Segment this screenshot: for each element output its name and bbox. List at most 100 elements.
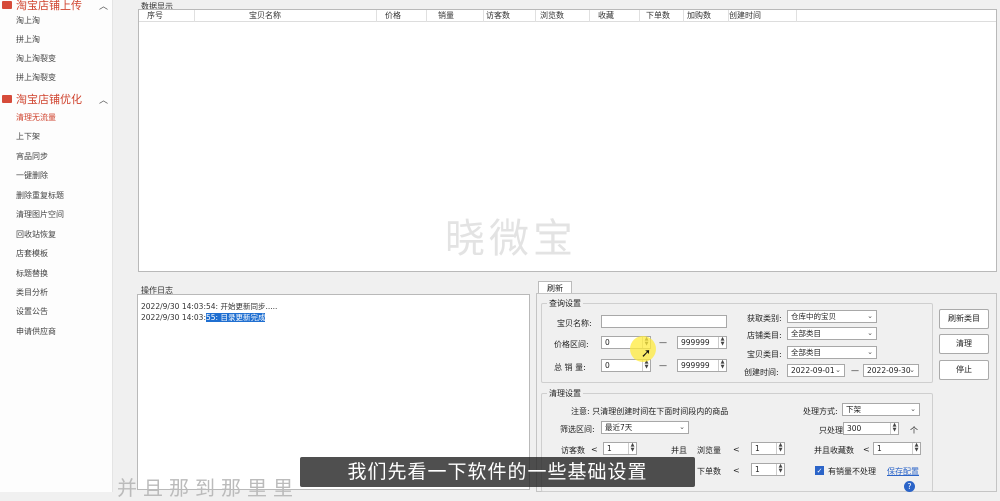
method-value: 下架 bbox=[846, 405, 861, 414]
sidebar-item[interactable]: 拼上淘 bbox=[16, 33, 40, 47]
col-header[interactable]: 宝贝名称 bbox=[247, 10, 377, 22]
section-title: 淘宝店铺上传 bbox=[16, 0, 82, 12]
method-select[interactable]: 下架 ⌄ bbox=[842, 403, 920, 416]
col-header[interactable]: 销量 bbox=[436, 10, 484, 22]
sidebar-item[interactable]: 删除重复标题 bbox=[16, 189, 64, 203]
skip-sales-label: 有销量不处理 bbox=[828, 467, 876, 476]
filter-select[interactable]: 最近7天 ⌄ bbox=[601, 421, 689, 434]
ghost-caption: 并且那到那里里 bbox=[117, 476, 299, 500]
help-icon[interactable]: ? bbox=[904, 481, 915, 492]
stepper-icon[interactable]: ▲▼ bbox=[628, 443, 636, 454]
created-label: 创建时间: bbox=[744, 368, 779, 377]
store-cat-select[interactable]: 全部类目 ⌄ bbox=[787, 327, 877, 340]
sidebar-item[interactable]: 类目分析 bbox=[16, 286, 48, 300]
chevron-up-icon[interactable]: ︿ bbox=[99, 93, 108, 106]
views-input[interactable]: 1 ▲ ▼ bbox=[751, 442, 785, 455]
created-to-value: 2022-09-30 bbox=[867, 366, 911, 375]
col-header[interactable]: 加购数 bbox=[685, 10, 729, 22]
orders-input[interactable]: 1 ▲ ▼ bbox=[751, 463, 785, 476]
price-max-value: 999999 bbox=[681, 338, 710, 347]
sidebar: 淘宝店铺上传 ︿ 淘上淘 拼上淘 淘上淘裂变 拼上淘裂变 淘宝店铺优化 ︿ 清理… bbox=[0, 0, 113, 492]
chevron-down-icon: ⌄ bbox=[867, 312, 873, 320]
store-icon bbox=[2, 1, 12, 9]
log-text-selected: 55: 目录更新完成 bbox=[205, 313, 266, 322]
price-label: 价格区间: bbox=[554, 340, 589, 349]
dash: — bbox=[659, 361, 667, 370]
sidebar-item[interactable]: 标题替换 bbox=[16, 267, 48, 281]
chevron-down-icon: ⌄ bbox=[909, 366, 915, 374]
name-input[interactable] bbox=[601, 315, 727, 328]
stepper-icon[interactable]: ▲▼ bbox=[912, 443, 920, 454]
sidebar-item[interactable]: 淘上淘裂变 bbox=[16, 52, 56, 66]
chevron-down-icon: ⌄ bbox=[679, 423, 685, 431]
chevron-down-icon: ⌄ bbox=[835, 366, 841, 374]
store-cat-label: 店铺类目: bbox=[747, 331, 782, 340]
orders-label: 下单数 bbox=[697, 467, 721, 476]
stepper-icon[interactable]: ▲▼ bbox=[718, 337, 726, 348]
refresh-category-button[interactable]: 刷新类目 bbox=[939, 309, 989, 329]
lt-sign: < bbox=[733, 445, 740, 454]
col-header[interactable]: 下单数 bbox=[644, 10, 684, 22]
sidebar-item[interactable]: 店套模板 bbox=[16, 247, 48, 261]
chart-icon bbox=[2, 95, 12, 103]
sidebar-item-active[interactable]: 清理无流量 bbox=[16, 111, 56, 125]
sidebar-section-upload[interactable]: 淘宝店铺上传 ︿ bbox=[0, 0, 113, 13]
mouse-pointer-icon: ➚ bbox=[641, 346, 652, 360]
sidebar-item[interactable]: 一键删除 bbox=[16, 169, 48, 183]
section-title: 淘宝店铺优化 bbox=[16, 93, 82, 106]
visitors-label: 访客数 bbox=[561, 446, 585, 455]
chevron-down-icon: ⌄ bbox=[910, 405, 916, 413]
fetch-value: 仓库中的宝贝 bbox=[791, 312, 836, 321]
sidebar-item[interactable]: 拼上淘裂变 bbox=[16, 71, 56, 85]
and-label: 并且 bbox=[671, 446, 687, 455]
skip-sales-checkbox[interactable]: ✓ bbox=[815, 466, 824, 475]
col-header[interactable]: 收藏 bbox=[596, 10, 640, 22]
stepper-icon[interactable]: ▲▼ bbox=[776, 443, 784, 454]
sidebar-section-optimize[interactable]: 淘宝店铺优化 ︿ bbox=[0, 91, 113, 107]
sidebar-item[interactable]: 宵品同步 bbox=[16, 150, 48, 164]
log-time: 2022/9/30 14:03: bbox=[141, 313, 206, 322]
store-cat-value: 全部类目 bbox=[791, 329, 821, 338]
log-text: 开始更新同步..... bbox=[218, 302, 278, 311]
caption-bar: 我们先看一下软件的一些基础设置 bbox=[300, 457, 695, 487]
filter-label: 筛选区间: bbox=[560, 425, 595, 434]
method-label: 处理方式: bbox=[803, 407, 838, 416]
only-unit: 个 bbox=[910, 426, 918, 435]
col-header[interactable]: 访客数 bbox=[484, 10, 536, 22]
chevron-up-icon[interactable]: ︿ bbox=[99, 0, 108, 12]
sidebar-item[interactable]: 上下架 bbox=[16, 130, 40, 144]
fav-value: 1 bbox=[877, 444, 882, 453]
sidebar-item[interactable]: 设置公告 bbox=[16, 305, 48, 319]
lt-sign: < bbox=[591, 445, 598, 454]
created-from-select[interactable]: 2022-09-01 ⌄ bbox=[787, 364, 845, 377]
name-label: 宝贝名称: bbox=[557, 319, 592, 328]
save-config-link[interactable]: 保存配置 bbox=[887, 466, 919, 477]
col-header[interactable]: 创建时间 bbox=[727, 10, 797, 22]
visitors-value: 1 bbox=[607, 444, 612, 453]
item-cat-select[interactable]: 全部类目 ⌄ bbox=[787, 346, 877, 359]
col-header[interactable]: 价格 bbox=[383, 10, 427, 22]
clean-button[interactable]: 清理 bbox=[939, 334, 989, 354]
sidebar-item[interactable]: 清理图片空间 bbox=[16, 208, 64, 222]
fetch-select[interactable]: 仓库中的宝贝 ⌄ bbox=[787, 310, 877, 323]
cleanup-settings-title: 清理设置 bbox=[547, 388, 583, 399]
stepper-icon[interactable]: ▲▼ bbox=[718, 360, 726, 371]
sidebar-item[interactable]: 淘上淘 bbox=[16, 14, 40, 28]
stop-button[interactable]: 停止 bbox=[939, 360, 989, 380]
sidebar-item[interactable]: 申请供应商 bbox=[16, 325, 56, 339]
stepper-icon[interactable]: ▲▼ bbox=[890, 423, 898, 434]
lt-sign: < bbox=[733, 466, 740, 475]
table-header: 序号 宝贝名称 价格 销量 访客数 浏览数 收藏 下单数 加购数 创建时间 bbox=[139, 10, 996, 22]
visitors-input[interactable]: 1 ▲ ▼ bbox=[603, 442, 637, 455]
col-header[interactable]: 浏览数 bbox=[538, 10, 590, 22]
created-to-select[interactable]: 2022-09-30 ⌄ bbox=[863, 364, 919, 377]
sales-max-input[interactable]: 999999 ▲ ▼ bbox=[677, 359, 727, 372]
sales-label: 总 销 量: bbox=[554, 363, 586, 372]
fav-input[interactable]: 1 ▲ ▼ bbox=[873, 442, 921, 455]
stepper-icon[interactable]: ▲▼ bbox=[776, 464, 784, 475]
sidebar-item[interactable]: 回收站恢复 bbox=[16, 228, 56, 242]
item-cat-value: 全部类目 bbox=[791, 348, 821, 357]
only-input[interactable]: 300 ▲ ▼ bbox=[843, 422, 899, 435]
price-max-input[interactable]: 999999 ▲ ▼ bbox=[677, 336, 727, 349]
col-header[interactable]: 序号 bbox=[145, 10, 195, 22]
